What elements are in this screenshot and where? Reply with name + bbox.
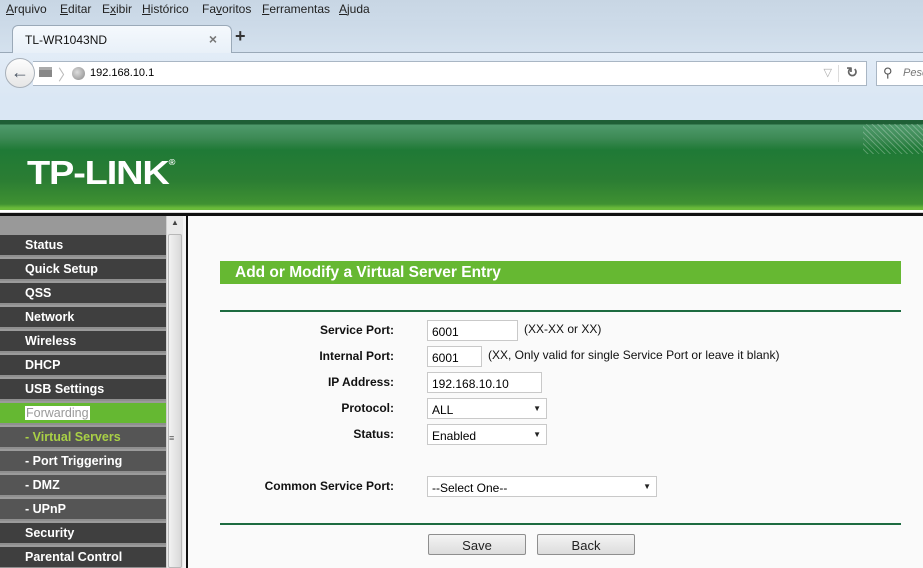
search-placeholder: Pesquisar (903, 67, 923, 79)
save-button[interactable]: Save (428, 534, 526, 555)
service-port-label: Service Port: (319, 323, 394, 337)
sidebar-item-status[interactable]: Status (0, 235, 166, 257)
menu-editar[interactable]: Editar (60, 2, 91, 16)
menu-ferramentas[interactable]: Ferramentas (262, 2, 330, 16)
protocol-select[interactable]: ALL ▼ (427, 398, 547, 419)
service-port-hint: (XX-XX or XX) (524, 322, 602, 336)
header-decoration (863, 124, 923, 154)
browser-menubar: Arquivo Editar Exibir Histórico Favorito… (0, 0, 923, 20)
back-button-form[interactable]: Back (537, 534, 635, 555)
sidebar-item-quick-setup[interactable]: Quick Setup (0, 259, 166, 281)
internal-port-input[interactable] (427, 346, 482, 367)
tp-link-logo: TP-LINK® (27, 154, 175, 191)
bottom-divider (220, 523, 901, 525)
menu-arquivo[interactable]: Arquivo (6, 2, 47, 16)
sidebar-item-dmz[interactable]: - DMZ (0, 475, 166, 497)
sidebar-item-dhcp[interactable]: DHCP (0, 355, 166, 377)
back-arrow-icon: ← (11, 62, 29, 82)
tab-title: TL-WR1043ND (25, 33, 108, 47)
sidebar-item-security[interactable]: Security (0, 523, 166, 545)
protocol-label: Protocol: (341, 401, 394, 415)
status-label: Status: (353, 427, 394, 441)
scrollbar-grip-icon: ≡ (169, 433, 175, 443)
sidebar-item-qss[interactable]: QSS (0, 283, 166, 305)
sidebar-item-wireless[interactable]: Wireless (0, 331, 166, 353)
reload-icon[interactable]: ↻ (846, 64, 858, 81)
service-port-input[interactable] (427, 320, 518, 341)
sidebar-scrollbar[interactable]: ▲ ≡ (166, 216, 183, 568)
menu-ajuda[interactable]: Ajuda (339, 2, 370, 16)
sidebar-item-upnp[interactable]: - UPnP (0, 499, 166, 521)
toolbar-spacer (0, 96, 923, 120)
ip-address-label: IP Address: (327, 375, 394, 389)
tab-strip: TL-WR1043ND × + (0, 20, 923, 54)
sidebar-item-network[interactable]: Network (0, 307, 166, 329)
sidebar-item-port-triggering[interactable]: - Port Triggering (0, 451, 166, 473)
dropdown-arrow-icon: ▼ (533, 404, 541, 413)
sidebar-item-virtual-servers[interactable]: - Virtual Servers (0, 427, 166, 449)
common-service-port-select[interactable]: --Select One-- ▼ (427, 476, 657, 497)
browser-tab[interactable]: TL-WR1043ND × (12, 25, 232, 54)
history-dropdown-icon[interactable]: ▽ (824, 66, 832, 79)
dropdown-arrow-icon: ▼ (533, 430, 541, 439)
internal-port-label: Internal Port: (319, 349, 394, 363)
search-bar[interactable]: ⚲ Pesquisar (876, 61, 923, 86)
menu-exibir[interactable]: Exibir (102, 2, 132, 16)
sidebar-item-forwarding[interactable]: Forwarding (0, 403, 166, 425)
new-tab-button[interactable]: + (235, 26, 246, 47)
search-icon: ⚲ (883, 65, 893, 80)
router-header-banner: TP-LINK® (0, 120, 923, 210)
address-bar[interactable]: 〉 192.168.10.1 ▽ ↻ (33, 61, 867, 86)
urlbar-divider (838, 65, 839, 82)
common-service-port-label: Common Service Port: (264, 479, 394, 493)
ip-address-input[interactable] (427, 372, 542, 393)
internal-port-hint: (XX, Only valid for single Service Port … (488, 348, 780, 362)
dropdown-arrow-icon: ▼ (643, 482, 651, 491)
sidebar-menu: Status Quick Setup QSS Network Wireless … (0, 216, 166, 568)
status-select[interactable]: Enabled ▼ (427, 424, 547, 445)
menu-historico[interactable]: Histórico (142, 2, 189, 16)
chevron-right-icon: 〉 (58, 67, 74, 84)
close-tab-icon[interactable]: × (209, 31, 217, 47)
section-title-bar: Add or Modify a Virtual Server Entry (220, 261, 901, 284)
page-title: Add or Modify a Virtual Server Entry (235, 264, 501, 281)
navigation-bar: 〉 192.168.10.1 ▽ ↻ ← ⚲ Pesquisar (0, 53, 923, 96)
main-content: Add or Modify a Virtual Server Entry Ser… (188, 216, 923, 568)
sidebar-top (0, 216, 166, 235)
scroll-up-arrow-icon[interactable]: ▲ (171, 218, 179, 227)
sidebar-item-parental-control[interactable]: Parental Control (0, 547, 166, 568)
globe-icon (72, 67, 85, 80)
scrollbar-thumb[interactable] (168, 234, 182, 568)
url-text[interactable]: 192.168.10.1 (90, 67, 154, 79)
back-button[interactable]: ← (5, 58, 35, 88)
menu-favoritos[interactable]: Favoritos (202, 2, 251, 16)
site-identity-icon[interactable] (39, 67, 52, 77)
sidebar-item-usb-settings[interactable]: USB Settings (0, 379, 166, 401)
top-divider (220, 310, 901, 312)
